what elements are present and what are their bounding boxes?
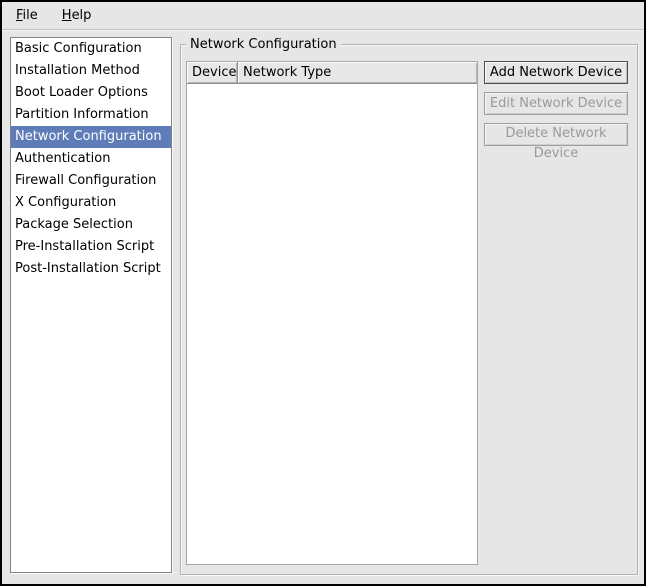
sidebar-item-firewall-configuration[interactable]: Firewall Configuration xyxy=(11,170,171,192)
sidebar-item-network-configuration[interactable]: Network Configuration xyxy=(11,126,171,148)
add-network-device-button[interactable]: Add Network Device xyxy=(484,61,628,84)
column-header-network-type[interactable]: Network Type xyxy=(238,62,477,84)
kickstart-configurator-window: File Help Basic Configuration Installati… xyxy=(0,0,646,586)
edit-network-device-button: Edit Network Device xyxy=(484,92,628,115)
menu-help-mnemonic: H xyxy=(62,8,72,23)
menu-help[interactable]: Help xyxy=(54,4,100,27)
menu-file[interactable]: File xyxy=(8,4,46,27)
sidebar-item-post-installation-script[interactable]: Post-Installation Script xyxy=(11,258,171,280)
sidebar-item-boot-loader-options[interactable]: Boot Loader Options xyxy=(11,82,171,104)
sidebar-item-pre-installation-script[interactable]: Pre-Installation Script xyxy=(11,236,171,258)
network-device-table: Device Network Type xyxy=(186,61,478,565)
sidebar-item-x-configuration[interactable]: X Configuration xyxy=(11,192,171,214)
sidebar-item-partition-information[interactable]: Partition Information xyxy=(11,104,171,126)
frame-title: Network Configuration xyxy=(186,36,341,53)
sidebar-item-basic-configuration[interactable]: Basic Configuration xyxy=(11,38,171,60)
section-list: Basic Configuration Installation Method … xyxy=(10,37,172,573)
network-configuration-frame: Network Configuration Device Network Typ… xyxy=(180,44,638,575)
table-body-empty xyxy=(187,84,477,564)
column-header-device[interactable]: Device xyxy=(187,62,238,84)
sidebar-item-package-selection[interactable]: Package Selection xyxy=(11,214,171,236)
sidebar-item-installation-method[interactable]: Installation Method xyxy=(11,60,171,82)
delete-network-device-button: Delete Network Device xyxy=(484,123,628,146)
table-header-row: Device Network Type xyxy=(187,62,477,84)
sidebar-item-authentication[interactable]: Authentication xyxy=(11,148,171,170)
menu-help-label: elp xyxy=(72,8,92,23)
menu-file-label: ile xyxy=(23,8,38,23)
menubar: File Help xyxy=(2,2,644,30)
